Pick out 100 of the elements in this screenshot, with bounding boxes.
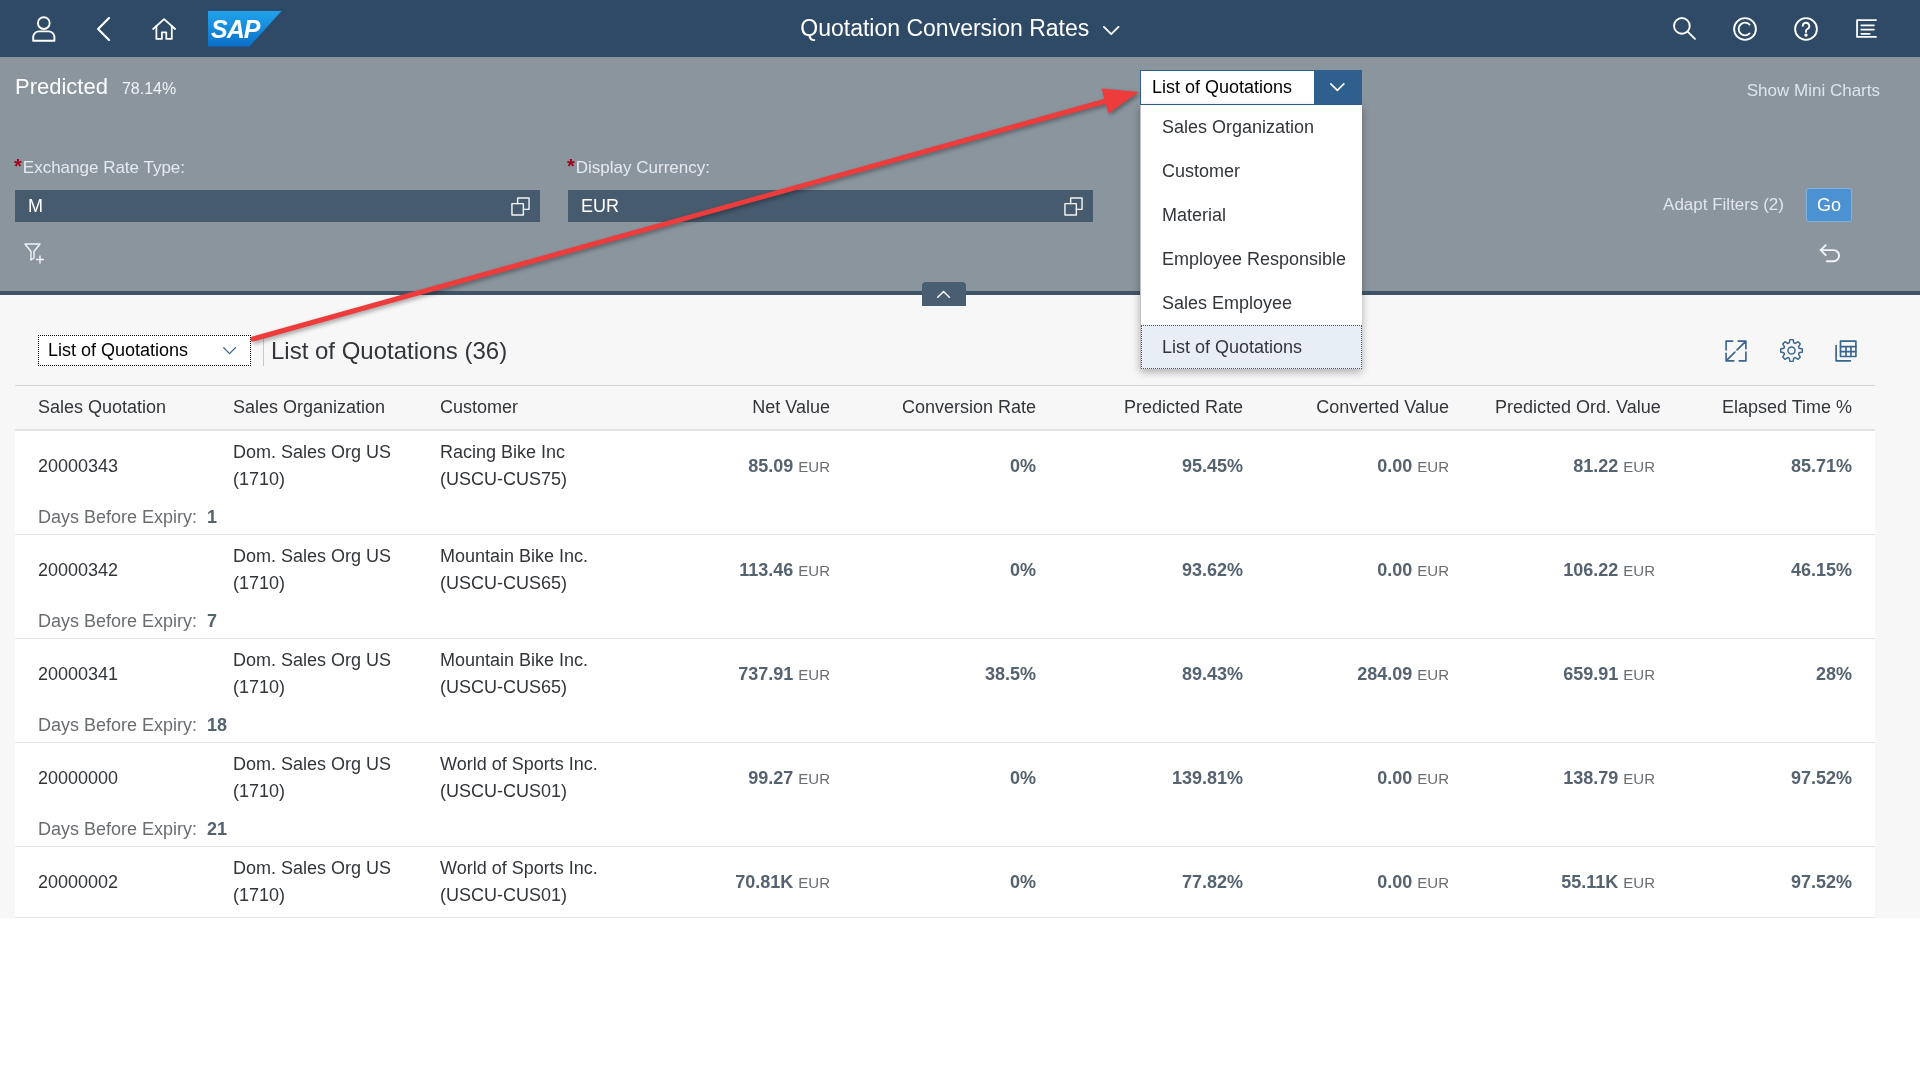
table-row[interactable]: 20000341 Dom. Sales Org US (1710) Mountain Bike Inc. (USCU-CUS65) 737.91 EUR 38.5% 89.43% 284.09 EUR 659.91 EUR 28% Days Before Expiry: 18	[15, 639, 1875, 743]
table-cell-text: Mountain Bike Inc. (USCU-CUS65)	[439, 545, 590, 595]
table-row[interactable]: 20000343 Dom. Sales Org US (1710) Racing Bike Inc (USCU-CUS75) 85.09 EUR 0% 95.45% 0.00 EUR 81.22 EUR 85.71% Days Before Expiry: 1	[15, 431, 1875, 535]
table-cell-text: 77.82%	[1180, 870, 1244, 894]
dropdown-button[interactable]	[1314, 71, 1361, 104]
home-icon[interactable]	[151, 17, 177, 40]
expand-icon[interactable]	[1725, 339, 1747, 362]
chevron-up-icon	[937, 290, 951, 298]
field-label: *Display Currency:	[567, 156, 711, 179]
table-cell-text: 46.15%	[1789, 558, 1853, 582]
column-header[interactable]: Sales Organization	[210, 397, 417, 418]
list-icon[interactable]	[1856, 19, 1878, 38]
column-header[interactable]: Sales Quotation	[15, 397, 210, 418]
table-cell-text: World of Sports Inc. (USCU-CUS01)	[439, 753, 599, 803]
squares-icon[interactable]	[511, 196, 530, 216]
dropdown-option[interactable]: Material	[1141, 193, 1362, 237]
table-title: List of Quotations (36)	[271, 336, 508, 365]
column-header[interactable]: Predicted Ord. Value	[1472, 397, 1678, 418]
expiry-value: 7	[207, 610, 218, 633]
table-cell-text: 70.81K EUR	[734, 870, 831, 894]
app-title-button[interactable]: Quotation Conversion Rates	[796, 8, 1124, 49]
table-cell-text: 659.91 EUR	[1562, 662, 1656, 686]
table-cell-text: 284.09 EUR	[1356, 662, 1450, 686]
table-cell-text: 93.62%	[1180, 558, 1244, 582]
table-cell-text: 20000343	[37, 454, 120, 478]
expiry-value: 18	[207, 714, 228, 737]
dropdown-option[interactable]: Sales Organization	[1141, 105, 1362, 149]
column-header[interactable]: Net Value	[650, 397, 853, 418]
input-field[interactable]: EUR	[568, 190, 1093, 222]
squares-icon[interactable]	[1064, 196, 1083, 216]
dropdown-option[interactable]: Customer	[1141, 149, 1362, 193]
table-row[interactable]: 20000342 Dom. Sales Org US (1710) Mountain Bike Inc. (USCU-CUS65) 113.46 EUR 0% 93.62% 0.00 EUR 106.22 EUR 46.15% Days Before Expiry: 7	[15, 535, 1875, 639]
table-cell-text: 20000341	[37, 662, 120, 686]
table-cell-text: 89.43%	[1180, 662, 1244, 686]
expiry-label: Days Before Expiry:	[38, 714, 198, 737]
column-header[interactable]: Elapsed Time %	[1678, 397, 1875, 418]
filter-add-icon[interactable]	[24, 242, 44, 264]
table-cell-text: 0.00 EUR	[1376, 766, 1450, 790]
expiry-value: 1	[207, 506, 218, 529]
dropdown-select[interactable]: List of Quotations	[1140, 70, 1362, 105]
table-cell-text: 38.5%	[983, 662, 1037, 686]
expiry-value: 21	[207, 818, 228, 841]
table-cell-text: 0.00 EUR	[1376, 558, 1450, 582]
table-cell-text: 95.45%	[1180, 454, 1244, 478]
dropdown-option[interactable]: Sales Employee	[1141, 281, 1362, 325]
column-header[interactable]: Conversion Rate	[853, 397, 1059, 418]
table-cell-text: 0%	[1009, 454, 1037, 478]
table-cell-text: 97.52%	[1789, 766, 1853, 790]
back-icon[interactable]	[97, 16, 111, 41]
undo-icon[interactable]	[1818, 243, 1840, 263]
kpi-title: Predicted	[15, 73, 108, 101]
collapse-button[interactable]	[922, 282, 966, 306]
circle-c-icon[interactable]	[1733, 16, 1757, 41]
expiry-label: Days Before Expiry:	[38, 610, 198, 633]
user-icon[interactable]	[32, 15, 56, 42]
table-cell-text: Dom. Sales Org US (1710)	[232, 649, 393, 699]
table-cell-text: 0.00 EUR	[1376, 870, 1450, 894]
table-cell-text: 97.52%	[1789, 870, 1853, 894]
column-header[interactable]: Customer	[417, 397, 650, 418]
table-row[interactable]: 20000000 Dom. Sales Org US (1710) World of Sports Inc. (USCU-CUS01) 99.27 EUR 0% 139.81% 0.00 EUR 138.79 EUR 97.52% Days Before Expiry: 21	[15, 743, 1875, 847]
table-cell-text: Racing Bike Inc (USCU-CUS75)	[439, 441, 568, 491]
table-cell-text: 106.22 EUR	[1562, 558, 1656, 582]
expiry-label: Days Before Expiry:	[38, 818, 198, 841]
table-cell-text: 20000342	[37, 558, 120, 582]
table-cell-text: Dom. Sales Org US (1710)	[232, 753, 393, 803]
input-field[interactable]: M	[15, 190, 540, 222]
table-cell-text: 0%	[1009, 766, 1037, 790]
table-cell-text: 85.71%	[1789, 454, 1853, 478]
table-cell-text: Dom. Sales Org US (1710)	[232, 857, 393, 907]
table-cell-text: World of Sports Inc. (USCU-CUS01)	[439, 857, 599, 907]
table-cell-text: 0%	[1009, 870, 1037, 894]
table-cell-text: 113.46 EUR	[738, 558, 831, 582]
table-cell-text: 737.91 EUR	[737, 662, 831, 686]
help-icon[interactable]	[1794, 16, 1818, 41]
kpi-value: 78.14%	[121, 80, 177, 98]
spreadsheet-icon[interactable]	[1835, 339, 1857, 362]
table-row[interactable]: 20000002 Dom. Sales Org US (1710) World of Sports Inc. (USCU-CUS01) 70.81K EUR 0% 77.82% 0.00 EUR 55.11K EUR 97.52%	[15, 847, 1875, 918]
table-cell-text: 28%	[1814, 662, 1853, 686]
settings-icon[interactable]	[1779, 339, 1803, 362]
dropdown-option[interactable]: Employee Responsible	[1141, 237, 1362, 281]
table-cell-text: 55.11K EUR	[1560, 870, 1656, 894]
caret-down-icon	[1103, 25, 1120, 36]
table-cell-text: 0.00 EUR	[1376, 454, 1450, 478]
table-cell-text: 99.27 EUR	[747, 766, 831, 790]
table-cell-text: 20000002	[37, 870, 120, 894]
table-cell-text: 85.09 EUR	[747, 454, 831, 478]
table-cell-text: Dom. Sales Org US (1710)	[232, 441, 393, 491]
table-cell-text: Dom. Sales Org US (1710)	[232, 545, 393, 595]
table-cell-text: 138.79 EUR	[1562, 766, 1656, 790]
chevron-down-icon	[1330, 83, 1345, 92]
logo[interactable]: SAP	[208, 10, 282, 47]
table-cell-text: 81.22 EUR	[1572, 454, 1656, 478]
field-label: *Exchange Rate Type:	[14, 156, 187, 179]
column-header[interactable]: Predicted Rate	[1059, 397, 1266, 418]
dropdown-option[interactable]: List of Quotations	[1141, 325, 1362, 369]
chevron-down-icon	[222, 346, 236, 355]
variant-select[interactable]: List of Quotations	[38, 335, 251, 366]
column-header[interactable]: Converted Value	[1266, 397, 1472, 418]
expiry-label: Days Before Expiry:	[38, 506, 198, 529]
search-icon[interactable]	[1672, 17, 1696, 40]
